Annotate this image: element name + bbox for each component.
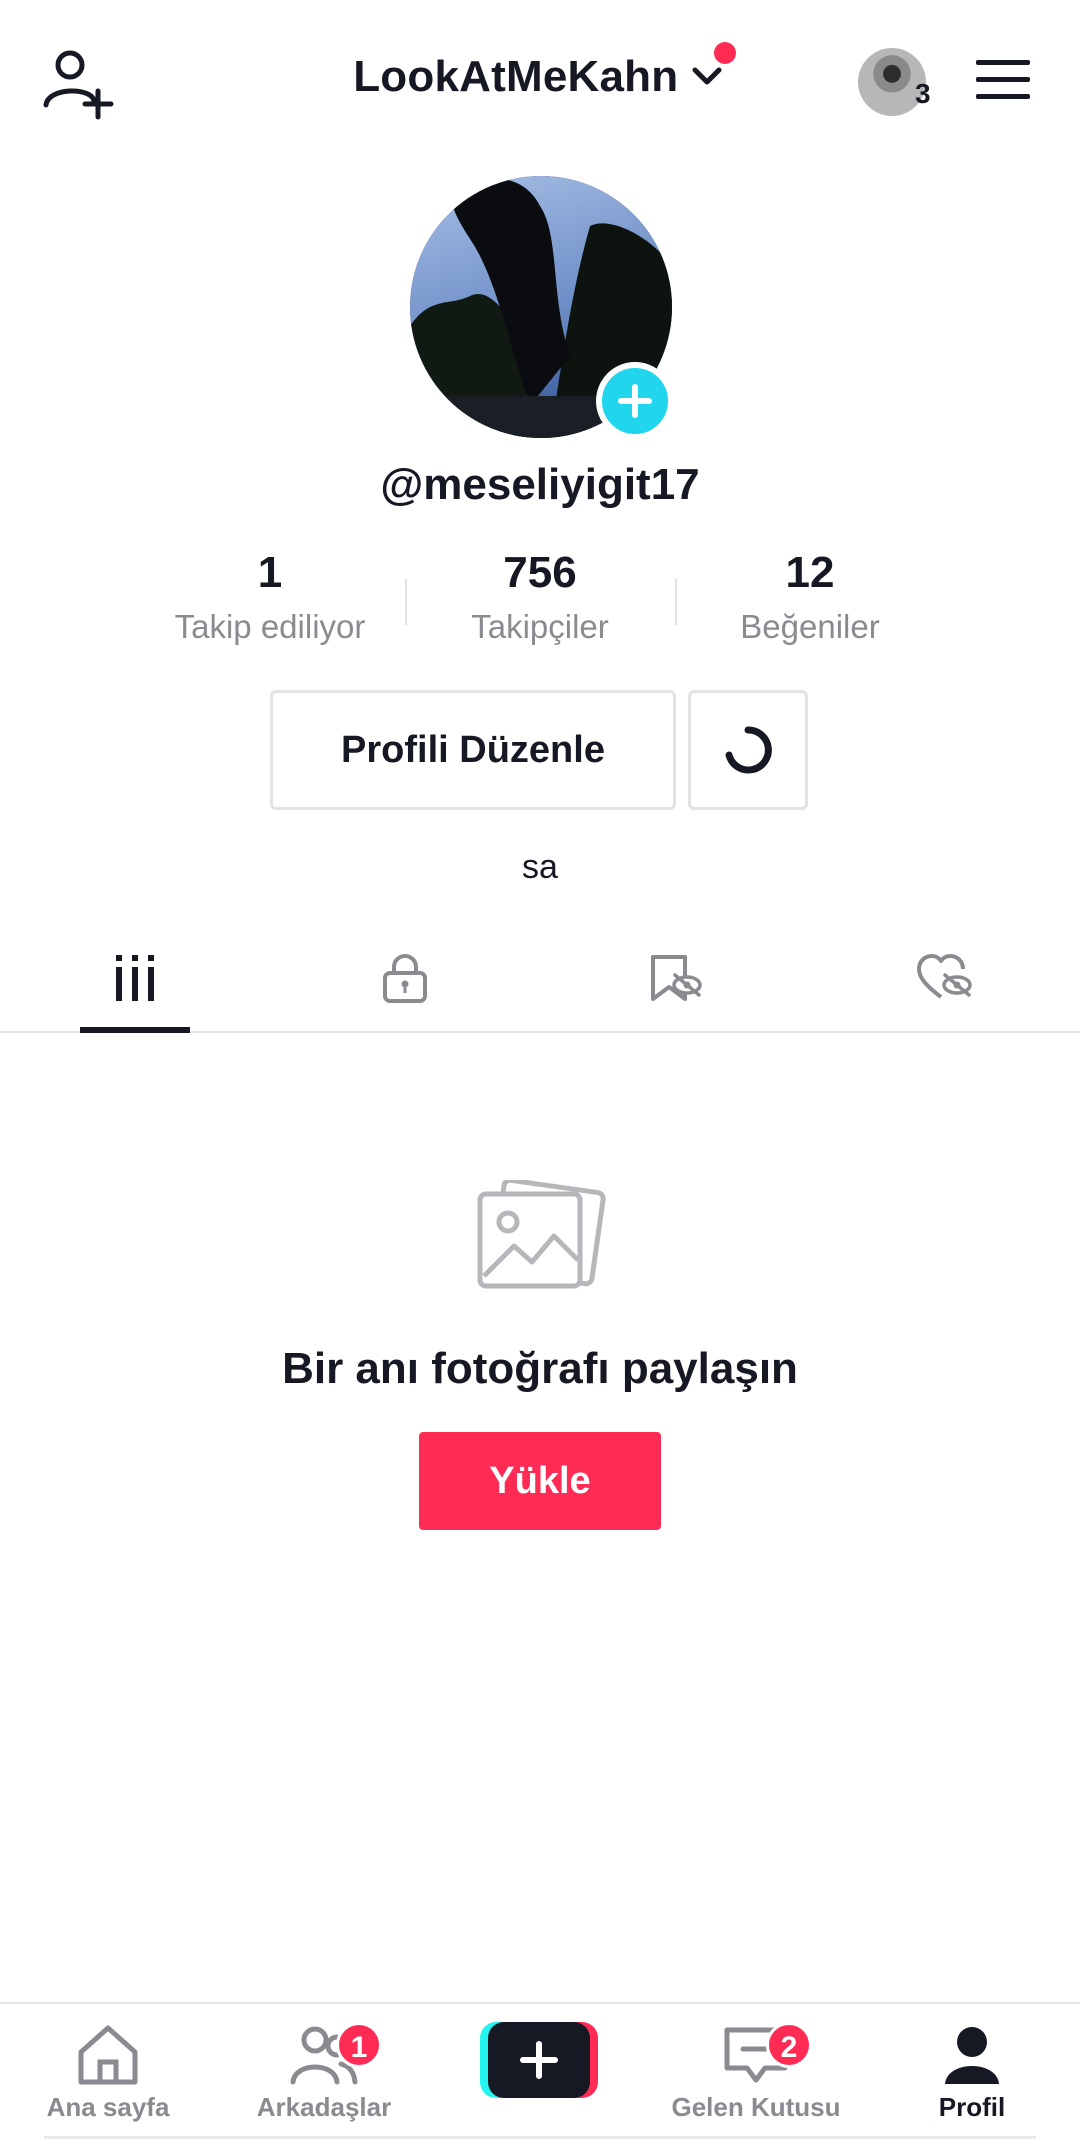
nav-friends-label: Arkadaşlar [256, 2092, 392, 2122]
liked-hidden-icon [917, 954, 972, 999]
menu-icon[interactable] [976, 58, 1030, 102]
tab-videos[interactable] [0, 925, 270, 1033]
top-bar: LookAtMeKahn 3 [0, 0, 1080, 160]
create-button[interactable] [480, 2022, 598, 2098]
profile-actions: Profili Düzenle [270, 690, 808, 810]
accounts-count: 3 [915, 78, 931, 109]
profile-icon [945, 2027, 999, 2084]
refresh-icon [725, 726, 772, 774]
nav-inbox-label: Gelen Kutusu [671, 2092, 841, 2122]
nav-profile[interactable]: Profil [872, 2022, 1072, 2123]
home-icon [78, 2025, 138, 2085]
nav-home-label: Ana sayfa [46, 2092, 170, 2122]
stat-value: 1 [257, 548, 283, 597]
lock-icon [383, 954, 427, 1003]
videos-grid-icon [116, 955, 154, 1001]
stat-value: 756 [503, 548, 577, 597]
stat-label: Takip ediliyor [174, 608, 366, 645]
friends-badge: 1 [336, 2022, 382, 2068]
upload-button[interactable]: Yükle [419, 1432, 661, 1530]
stat-likes[interactable]: 12 Beğeniler [675, 545, 945, 655]
plus-icon [520, 2041, 558, 2079]
profile-bio: sa [522, 848, 558, 886]
tab-saved[interactable] [540, 925, 810, 1031]
stat-following[interactable]: 1 Takip ediliyor [135, 545, 405, 655]
profile-handle: @meseliyigit17 [380, 460, 700, 509]
account-username: LookAtMeKahn [353, 52, 679, 101]
edit-profile-button[interactable]: Profili Düzenle [270, 690, 676, 810]
nav-inbox[interactable]: Gelen Kutusu 2 [656, 2022, 856, 2123]
profile-avatar-container[interactable] [410, 176, 674, 440]
nav-profile-label: Profil [938, 2092, 1006, 2122]
stat-followers[interactable]: 756 Takipçiler [405, 545, 675, 655]
stat-label: Takipçiler [471, 608, 609, 645]
empty-state-title: Bir anı fotoğrafı paylaşın [282, 1344, 798, 1393]
tab-private[interactable] [270, 925, 540, 1031]
bottom-navigation: Ana sayfa Arkadaşlar 1 Gelen Kutusu 2 Pr… [0, 2002, 1080, 2149]
inbox-badge: 2 [766, 2022, 812, 2068]
add-story-button[interactable] [596, 362, 674, 440]
photo-gallery-icon [477, 1180, 606, 1289]
notification-dot [714, 42, 736, 64]
content-tabs [0, 925, 1080, 1033]
stat-label: Beğeniler [740, 608, 880, 645]
nav-home[interactable]: Ana sayfa [8, 2022, 208, 2123]
stat-value: 12 [785, 548, 835, 597]
home-indicator [44, 2136, 1036, 2139]
nav-friends[interactable]: Arkadaşlar 1 [224, 2022, 424, 2123]
profile-stats: 1 Takip ediliyor 756 Takipçiler 12 Beğen… [135, 545, 945, 655]
tab-liked[interactable] [810, 925, 1080, 1031]
empty-state: Bir anı fotoğrafı paylaşın Yükle [0, 1180, 1080, 1530]
bookmark-hidden-icon [651, 955, 702, 1001]
refresh-button[interactable] [688, 690, 808, 810]
